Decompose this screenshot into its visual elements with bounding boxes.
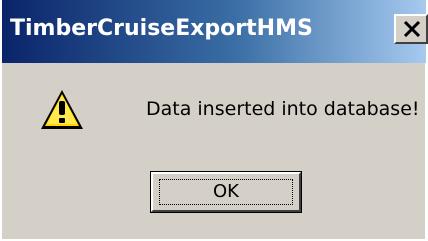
- warning-icon: [41, 90, 83, 129]
- dialog-message: Data inserted into database!: [146, 98, 420, 120]
- message-dialog: TimberCruiseExportHMS Data inserted into…: [0, 0, 428, 241]
- ok-button[interactable]: OK: [150, 171, 302, 213]
- close-button[interactable]: [394, 14, 428, 44]
- title-bar[interactable]: TimberCruiseExportHMS: [2, 0, 428, 63]
- focus-rectangle: [159, 179, 293, 205]
- close-icon: [403, 21, 421, 37]
- window-title: TimberCruiseExportHMS: [10, 16, 313, 41]
